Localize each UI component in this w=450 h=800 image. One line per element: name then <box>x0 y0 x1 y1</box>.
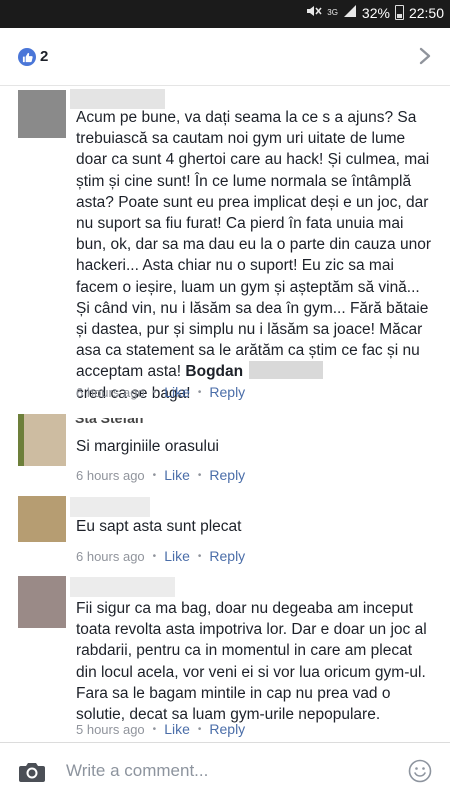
reply-link[interactable]: Reply <box>209 548 245 564</box>
comment-meta: 6 hours ago • Like • Reply <box>76 384 246 400</box>
network-type: 3G <box>327 7 338 17</box>
mention-link[interactable]: Bogdan <box>185 363 243 380</box>
clock: 22:50 <box>408 4 444 21</box>
avatar[interactable] <box>18 576 66 628</box>
comment-time: 6 hours ago <box>76 467 145 483</box>
like-link[interactable]: Like <box>164 467 190 483</box>
comment-meta: 5 hours ago • Like • Reply <box>76 721 246 737</box>
status-bar: 3G 32% 22:50 <box>0 0 450 28</box>
author-name-partial[interactable]: Sta Stefan <box>75 418 147 430</box>
reply-link[interactable]: Reply <box>209 467 245 483</box>
comment-text: Fii sigur ca ma bag, doar nu degeaba am … <box>76 600 427 724</box>
like-link[interactable]: Like <box>164 721 190 737</box>
battery-percent: 32% <box>361 4 390 21</box>
like-link[interactable]: Like <box>164 548 190 564</box>
author-name-redacted[interactable] <box>70 89 165 109</box>
avatar[interactable] <box>18 90 66 138</box>
comment-meta: 6 hours ago • Like • Reply <box>76 467 246 483</box>
reactions-header[interactable]: 2 <box>0 28 450 86</box>
battery-icon <box>394 5 404 20</box>
author-name-redacted[interactable] <box>70 577 175 597</box>
comment-text: Acum pe bune, va dați seama la ce s a aj… <box>76 109 432 402</box>
comment-text: Eu sapt asta sunt plecat <box>76 518 242 535</box>
comment-meta: 6 hours ago • Like • Reply <box>76 548 246 564</box>
comment-input[interactable] <box>66 758 386 784</box>
reply-link[interactable]: Reply <box>209 721 245 737</box>
avatar[interactable] <box>18 414 66 466</box>
chevron-right-icon[interactable] <box>418 46 432 66</box>
signal-icon <box>343 4 357 21</box>
author-name-redacted[interactable] <box>70 497 150 517</box>
reply-link[interactable]: Reply <box>209 384 245 400</box>
comment-time: 6 hours ago <box>76 384 145 400</box>
comment-text: Si marginiile orasului <box>76 438 220 455</box>
mention-surname-redacted <box>249 361 324 380</box>
comment-composer <box>0 742 450 800</box>
camera-icon[interactable] <box>18 761 46 783</box>
comment-time: 6 hours ago <box>76 548 145 564</box>
thumbs-up-icon <box>18 48 36 66</box>
like-count: 2 <box>40 48 49 65</box>
mute-icon <box>306 4 322 21</box>
comment-time: 5 hours ago <box>76 721 145 737</box>
smiley-icon[interactable] <box>408 759 432 783</box>
avatar[interactable] <box>18 496 66 542</box>
like-link[interactable]: Like <box>164 384 190 400</box>
